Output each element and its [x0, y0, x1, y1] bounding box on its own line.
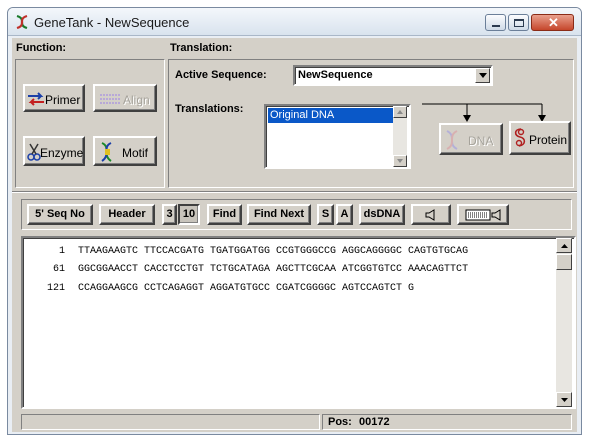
- enzyme-label: Enzyme: [40, 146, 84, 160]
- pos-label: Pos:: [328, 416, 352, 428]
- dna-icon: [446, 130, 458, 150]
- protein-button[interactable]: Protein: [509, 121, 571, 155]
- protein-label: Protein: [529, 133, 568, 147]
- title-bar[interactable]: GeneTank - NewSequence ✕: [8, 8, 581, 36]
- chevron-up-icon: [397, 110, 403, 114]
- translations-label: Translations:: [175, 103, 244, 115]
- motif-button[interactable]: Motif: [93, 136, 157, 166]
- s-button[interactable]: S: [317, 204, 334, 225]
- status-message-pane: [21, 414, 320, 430]
- genetank-app-icon: [16, 14, 28, 30]
- sequence-scrollbar[interactable]: [556, 238, 572, 407]
- translations-list[interactable]: Original DNA: [264, 104, 411, 169]
- dna-label: DNA: [468, 134, 494, 148]
- enzyme-button[interactable]: Enzyme: [23, 136, 85, 166]
- primer-icon: [28, 92, 44, 106]
- sequence-line[interactable]: CCAGGAAGCG CCTCAGAGGT AGGATGTGCC CGATCGG…: [78, 283, 414, 294]
- scissors-icon: [27, 143, 41, 161]
- chevron-up-icon: [561, 244, 568, 248]
- maximize-icon: [514, 19, 524, 27]
- line-number: 61: [52, 264, 65, 275]
- close-button[interactable]: ✕: [531, 14, 574, 31]
- three-button[interactable]: 3: [162, 204, 177, 225]
- divider: [12, 191, 577, 193]
- window-title: GeneTank - NewSequence: [34, 15, 190, 30]
- function-panel: [15, 59, 165, 188]
- line-number: 121: [46, 283, 65, 294]
- sequence-line[interactable]: GGCGGAACCT CACCTCCTGT TCTGCATAGA AGCTTCG…: [78, 264, 468, 275]
- motif-label: Motif: [122, 146, 149, 160]
- active-sequence-label: Active Sequence:: [175, 69, 267, 81]
- align-label: Align: [123, 93, 150, 107]
- header-button[interactable]: Header: [99, 204, 155, 225]
- find-button[interactable]: Find: [207, 204, 242, 225]
- sequence-line[interactable]: TTAAGAAGTC TTCCACGATG TGATGGATGG CCGTGGG…: [78, 246, 468, 257]
- minimize-button[interactable]: [485, 14, 506, 31]
- primer-button[interactable]: Primer: [23, 84, 85, 112]
- active-sequence-value: NewSequence: [298, 69, 373, 81]
- find-next-button[interactable]: Find Next: [247, 204, 311, 225]
- seq-no-button[interactable]: 5' Seq No: [27, 204, 93, 225]
- pos-value: 00172: [359, 416, 390, 428]
- scroll-down-button[interactable]: [393, 155, 407, 167]
- line-number: 1: [58, 246, 65, 257]
- maximize-button[interactable]: [508, 14, 529, 31]
- ten-button[interactable]: 10: [178, 204, 200, 225]
- align-button[interactable]: Align: [93, 84, 157, 112]
- chevron-down-icon: [561, 398, 568, 402]
- function-label: Function:: [16, 42, 67, 54]
- scroll-up-button[interactable]: [393, 106, 407, 118]
- scroll-thumb[interactable]: [556, 254, 572, 270]
- scroll-up-button[interactable]: [556, 238, 572, 253]
- active-sequence-select[interactable]: NewSequence: [293, 65, 493, 86]
- motif-icon: [101, 142, 112, 162]
- app-window: GeneTank - NewSequence ✕ Function: Prime…: [7, 7, 582, 435]
- sequence-editor[interactable]: 1 TTAAGAAGTC TTCCACGATG TGATGGATGG CCGTG…: [21, 236, 576, 409]
- dsdna-button[interactable]: dsDNA: [359, 204, 405, 225]
- protein-icon: [514, 128, 526, 147]
- list-item[interactable]: Original DNA: [268, 108, 396, 123]
- scroll-down-button[interactable]: [556, 392, 572, 407]
- primer-label: Primer: [45, 93, 81, 107]
- close-icon: ✕: [548, 15, 559, 30]
- keyboard-icon: [465, 209, 501, 221]
- minimize-icon: [492, 25, 500, 27]
- translation-label: Translation:: [170, 42, 233, 54]
- a-button[interactable]: A: [336, 204, 353, 225]
- align-icon: [100, 94, 120, 104]
- chevron-down-icon: [479, 73, 487, 78]
- keyboard-speak-button[interactable]: [457, 204, 509, 225]
- chevron-down-icon: [397, 159, 403, 163]
- speaker-icon: [425, 209, 435, 221]
- status-position-pane: Pos: 00172: [322, 414, 572, 430]
- client-area: Function: Primer Align Enzyme Motif Tran…: [12, 38, 577, 432]
- translations-scrollbar[interactable]: [393, 106, 407, 167]
- speaker-button[interactable]: [411, 204, 451, 225]
- dna-button[interactable]: DNA: [439, 123, 503, 155]
- dropdown-button[interactable]: [475, 68, 490, 83]
